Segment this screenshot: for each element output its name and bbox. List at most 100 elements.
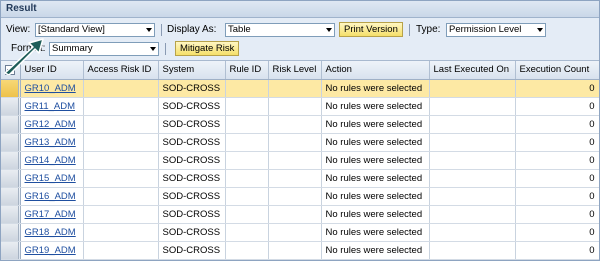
risk-level-cell [268,169,322,188]
last-executed-on-cell [429,241,516,260]
row-selector[interactable] [1,205,21,224]
row-selector-handle[interactable] [1,169,19,186]
risk-level-cell [268,205,322,224]
row-selector-handle[interactable] [1,241,19,258]
row-selector-handle[interactable] [1,133,19,150]
format-select[interactable]: Summary [49,42,159,56]
row-selector[interactable] [1,133,21,152]
column-header-system[interactable]: System [158,61,226,80]
user-id-link[interactable]: GR13_ADM [20,133,84,152]
row-selector[interactable] [1,169,21,188]
access-risk-id-cell [83,169,159,188]
user-id-link[interactable]: GR17_ADM [20,205,84,224]
execution-count-cell: 0 [515,115,599,134]
access-risk-id-cell [83,241,159,260]
last-executed-on-cell [429,169,516,188]
column-header-user-id[interactable]: User ID [20,61,84,80]
rule-id-cell [225,151,269,170]
select-all-cell[interactable] [1,61,21,80]
chevron-down-icon [150,47,156,51]
row-selector-handle[interactable] [1,151,19,168]
action-cell: No rules were selected [321,187,430,206]
table-settings-icon[interactable] [5,65,15,76]
table-row[interactable]: GR13_ADM SOD-CROSS No rules were selected 0 [1,133,599,152]
system-cell: SOD-CROSS [158,241,226,260]
table-row[interactable]: GR12_ADM SOD-CROSS No rules were selected 0 [1,115,599,134]
action-cell: No rules were selected [321,97,430,116]
separator [161,24,162,36]
table-row[interactable]: GR10_ADM SOD-CROSS No rules were selected 0 [1,79,599,98]
format-label: Format: [11,43,46,54]
access-risk-id-cell [83,223,159,242]
last-executed-on-cell [429,79,516,98]
action-cell: No rules were selected [321,133,430,152]
table-row[interactable]: GR19_ADM SOD-CROSS No rules were selected 0 [1,241,599,260]
rule-id-cell [225,133,269,152]
user-id-link[interactable]: GR11_ADM [20,97,84,116]
row-selector[interactable] [1,151,21,170]
row-selector[interactable] [1,79,21,98]
column-header-rule-id[interactable]: Rule ID [225,61,269,80]
table-row[interactable]: GR17_ADM SOD-CROSS No rules were selected 0 [1,205,599,224]
view-select[interactable]: [Standard View] [35,23,155,37]
display-as-select[interactable]: Table [225,23,335,37]
row-selector-handle[interactable] [1,97,19,114]
last-executed-on-cell [429,115,516,134]
column-header-risk-level[interactable]: Risk Level [268,61,322,80]
column-header-last-executed-on[interactable]: Last Executed On [429,61,516,80]
user-id-link[interactable]: GR19_ADM [20,241,84,260]
rule-id-cell [225,115,269,134]
row-selector-handle[interactable] [1,205,19,222]
column-header-action[interactable]: Action [321,61,430,80]
column-header-access-risk-id[interactable]: Access Risk ID [83,61,159,80]
user-id-link[interactable]: GR15_ADM [20,169,84,188]
user-id-link[interactable]: GR18_ADM [20,223,84,242]
separator [165,43,166,55]
row-selector-handle[interactable] [1,223,19,240]
risk-level-cell [268,133,322,152]
risk-level-cell [268,115,322,134]
user-id-link[interactable]: GR10_ADM [20,79,84,98]
table-header-row: User ID Access Risk ID System Rule ID Ri… [1,61,599,80]
action-cell: No rules were selected [321,223,430,242]
user-id-link[interactable]: GR14_ADM [20,151,84,170]
rule-id-cell [225,187,269,206]
view-label: View: [6,24,31,35]
column-header-execution-count[interactable]: Execution Count [515,61,599,80]
results-table: User ID Access Risk ID System Rule ID Ri… [1,61,599,260]
table-row[interactable]: GR18_ADM SOD-CROSS No rules were selected 0 [1,223,599,242]
separator [409,24,410,36]
user-id-link[interactable]: GR12_ADM [20,115,84,134]
table-row[interactable]: GR11_ADM SOD-CROSS No rules were selected 0 [1,97,599,116]
table-row[interactable]: GR14_ADM SOD-CROSS No rules were selected 0 [1,151,599,170]
execution-count-cell: 0 [515,205,599,224]
rule-id-cell [225,223,269,242]
row-selector[interactable] [1,97,21,116]
last-executed-on-cell [429,205,516,224]
chevron-down-icon [326,28,332,32]
type-select[interactable]: Permission Level [446,23,546,37]
system-cell: SOD-CROSS [158,133,226,152]
action-cell: No rules were selected [321,169,430,188]
row-selector[interactable] [1,187,21,206]
risk-level-cell [268,79,322,98]
display-as-label: Display As: [167,24,217,35]
user-id-link[interactable]: GR16_ADM [20,187,84,206]
table-row[interactable]: GR16_ADM SOD-CROSS No rules were selected 0 [1,187,599,206]
action-cell: No rules were selected [321,79,430,98]
rule-id-cell [225,205,269,224]
table-row[interactable]: GR15_ADM SOD-CROSS No rules were selected 0 [1,169,599,188]
row-selector-handle[interactable] [1,79,19,96]
row-selector[interactable] [1,223,21,242]
last-executed-on-cell [429,223,516,242]
row-selector[interactable] [1,241,21,260]
mitigate-risk-button[interactable]: Mitigate Risk [175,41,240,56]
risk-level-cell [268,97,322,116]
row-selector[interactable] [1,115,21,134]
system-cell: SOD-CROSS [158,187,226,206]
access-risk-id-cell [83,79,159,98]
print-version-button[interactable]: Print Version [339,22,403,37]
toolbar: View: [Standard View] Display As: Table … [1,18,599,61]
row-selector-handle[interactable] [1,187,19,204]
row-selector-handle[interactable] [1,115,19,132]
